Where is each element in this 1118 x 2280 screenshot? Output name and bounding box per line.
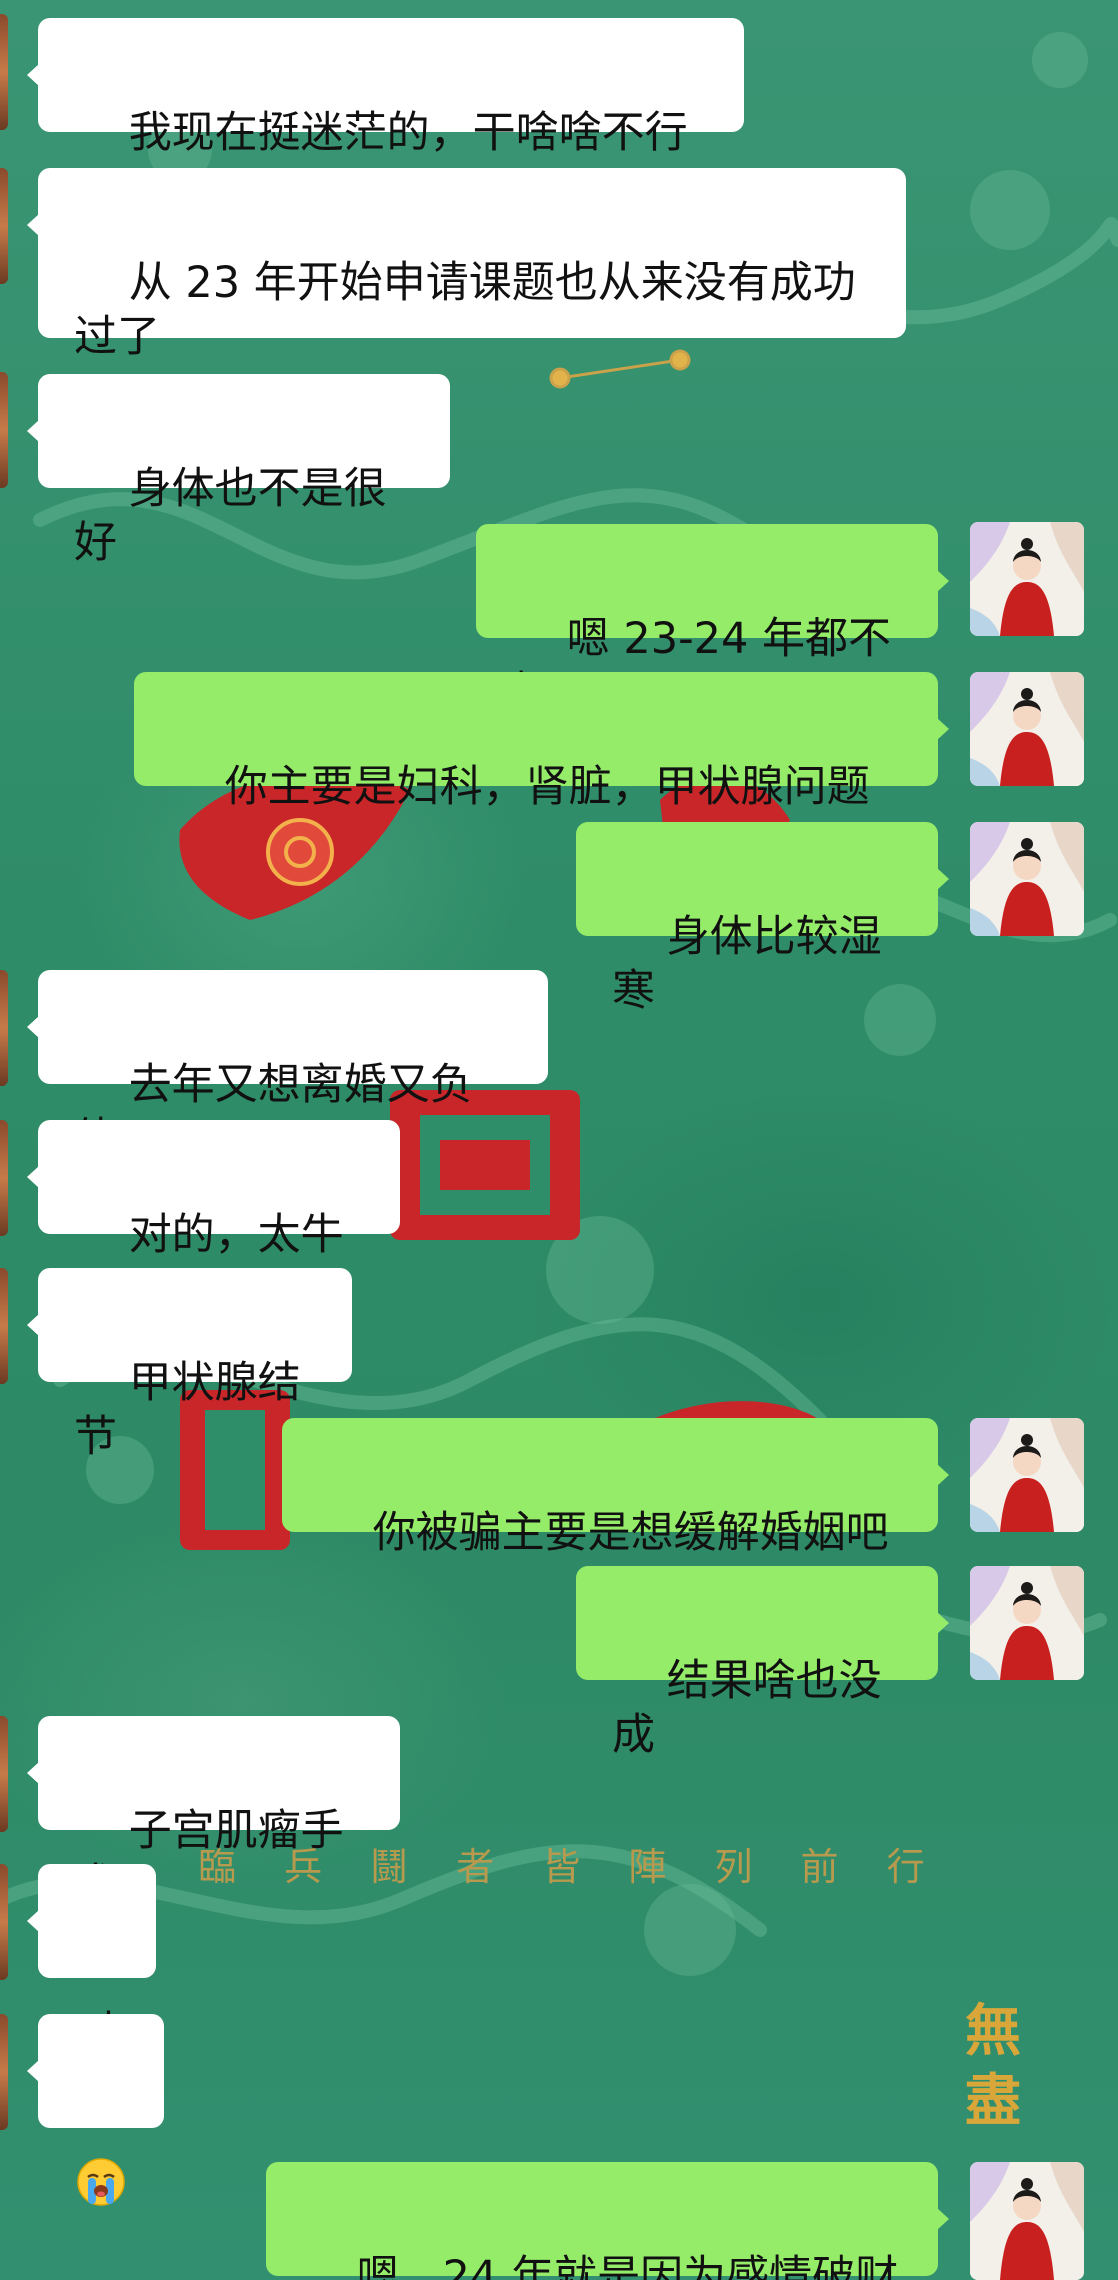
- user-avatar[interactable]: [970, 522, 1084, 636]
- message-text: 甲状腺结节: [74, 1358, 301, 1462]
- message-text: 嗯，24 年就是因为感情破财: [356, 2252, 899, 2280]
- user-avatar-image: [970, 522, 1084, 636]
- message-bubble-outgoing[interactable]: 你被骗主要是想缓解婚姻吧: [282, 1418, 949, 1558]
- peer-avatar[interactable]: [0, 970, 8, 1086]
- peer-avatar[interactable]: [0, 1864, 8, 1980]
- message-bubble-incoming[interactable]: 去年又想离婚又负债: [27, 970, 548, 1164]
- message-text: 你主要是妇科，肾脏，甲状腺问题: [224, 762, 870, 812]
- message-text: 身体比较湿寒: [612, 912, 882, 1016]
- user-avatar-image: [970, 1418, 1084, 1532]
- message-bubble-outgoing[interactable]: 嗯，24 年就是因为感情破财: [266, 2162, 949, 2280]
- message-bubble-incoming[interactable]: [27, 2014, 164, 2206]
- user-avatar[interactable]: [970, 2162, 1084, 2280]
- crying-emoji-icon: [77, 2157, 125, 2206]
- message-bubble-incoming[interactable]: 对: [27, 1864, 156, 2058]
- peer-avatar[interactable]: [0, 1268, 8, 1384]
- message-bubble-outgoing[interactable]: 嗯 23-24 年都不好: [476, 524, 949, 718]
- user-avatar-image: [970, 1566, 1084, 1680]
- message-bubble-outgoing[interactable]: 结果啥也没成: [576, 1566, 949, 1760]
- user-avatar[interactable]: [970, 1418, 1084, 1532]
- peer-avatar[interactable]: [0, 168, 8, 284]
- user-avatar-image: [970, 822, 1084, 936]
- peer-avatar[interactable]: [0, 1120, 8, 1236]
- message-bubble-incoming[interactable]: 我现在挺迷茫的，干啥啥不行: [27, 18, 744, 158]
- peer-avatar[interactable]: [0, 2014, 8, 2130]
- message-text: 身体也不是很好: [74, 464, 387, 568]
- message-text: 你被骗主要是想缓解婚姻吧: [372, 1508, 889, 1558]
- peer-avatar[interactable]: [0, 372, 8, 488]
- message-bubble-incoming[interactable]: 身体也不是很好: [27, 374, 450, 568]
- message-bubble-incoming[interactable]: 对的，太牛了: [27, 1120, 400, 1314]
- message-text: 结果啥也没成: [612, 1656, 882, 1760]
- message-text: 我现在挺迷茫的，干啥啥不行: [128, 108, 688, 158]
- message-bubble-incoming[interactable]: 甲状腺结节: [27, 1268, 352, 1462]
- message-bubble-incoming[interactable]: 从 23 年开始申请课题也从来没有成功 过了: [27, 168, 906, 362]
- chat-message-list[interactable]: 我现在挺迷茫的，干啥啥不行 从 23 年开始申请课题也从来没有成功 过了 身体也…: [0, 0, 1118, 2280]
- message-bubble-incoming[interactable]: 子宫肌瘤手术: [27, 1716, 400, 1910]
- user-avatar[interactable]: [970, 822, 1084, 936]
- message-bubble-outgoing[interactable]: 身体比较湿寒: [576, 822, 949, 1016]
- peer-avatar[interactable]: [0, 14, 8, 130]
- user-avatar-image: [970, 2162, 1084, 2280]
- peer-avatar[interactable]: [0, 1716, 8, 1832]
- user-avatar-image: [970, 672, 1084, 786]
- user-avatar[interactable]: [970, 1566, 1084, 1680]
- message-bubble-outgoing[interactable]: 你主要是妇科，肾脏，甲状腺问题: [134, 672, 949, 812]
- message-text: 从 23 年开始申请课题也从来没有成功 过了: [74, 258, 856, 362]
- user-avatar[interactable]: [970, 672, 1084, 786]
